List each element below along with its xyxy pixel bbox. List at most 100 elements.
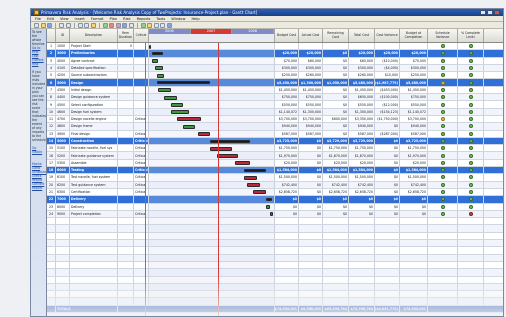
remaining-cost-cell[interactable]: $1,584,000 [323, 167, 349, 174]
actual-cost-cell[interactable] [299, 240, 323, 247]
cost-variance-cell[interactable] [375, 43, 400, 50]
row-number[interactable] [47, 225, 56, 232]
summary-row[interactable]: 18 6000 Testing Critical $1,584,000 $0 $1,584,… [47, 167, 503, 175]
remaining-cost-cell[interactable]: $0 [323, 130, 349, 137]
task-description-cell[interactable]: Agree contract [70, 57, 118, 64]
task-description-cell[interactable] [70, 232, 118, 240]
task-id-cell[interactable]: 6300 [56, 188, 70, 196]
remaining-cost-cell[interactable]: $742,400 [323, 181, 349, 188]
task-description-cell[interactable]: Initial design [70, 86, 118, 94]
task-id-cell[interactable]: 5200 [56, 152, 70, 159]
actual-cost-cell[interactable]: $0 [299, 167, 323, 174]
bac-cell[interactable]: $750,000 [400, 94, 428, 101]
task-description-cell[interactable]: Testing [70, 167, 118, 174]
task-description-cell[interactable]: Fabricate guidance system [70, 152, 118, 159]
bac-cell[interactable]: $3,725,000 [400, 137, 428, 145]
bac-cell[interactable]: $2,658,720 [400, 188, 428, 196]
budget-cost-cell[interactable]: $0 [275, 210, 299, 218]
bac-cell[interactable]: $1,500,000 [400, 174, 428, 181]
col-actual-header[interactable]: Actual Cost [299, 29, 323, 42]
task-bar[interactable] [170, 102, 183, 107]
task-row[interactable]: 8 4400 Design guidance system $750,000 $750,… [47, 94, 503, 102]
row-number[interactable]: 9 [47, 101, 56, 108]
col-description-header[interactable]: Description [70, 29, 118, 42]
cost-variance-cell[interactable]: $0 [375, 196, 400, 203]
remaining-cost-cell[interactable] [323, 240, 349, 247]
task-id-cell[interactable]: 4100 [56, 64, 70, 72]
remaining-cost-cell[interactable]: $0 [323, 101, 349, 108]
row-number[interactable] [47, 218, 56, 225]
cost-variance-cell[interactable] [375, 247, 400, 254]
task-description-cell[interactable]: Delivery [70, 203, 118, 210]
task-row[interactable] [47, 247, 503, 255]
col-bac-header[interactable]: Budget at Completion [400, 29, 428, 42]
budget-cost-cell[interactable]: $250,000 [275, 72, 299, 79]
row-number[interactable] [47, 232, 56, 240]
remaining-cost-cell[interactable] [323, 43, 349, 50]
row-number[interactable] [47, 254, 56, 261]
duration-cell[interactable] [118, 108, 134, 115]
remaining-cost-cell[interactable]: $0 [323, 50, 349, 57]
row-number[interactable]: 6 [47, 79, 56, 86]
total-cost-cell[interactable]: $3,350,000 [349, 115, 375, 123]
col-duration-header[interactable]: Rem Duration [118, 29, 134, 42]
cost-variance-cell[interactable]: $0 [375, 152, 400, 159]
task-row[interactable]: 17 5300 Assemble Critical $20,000 $0 $20,000 $2… [47, 159, 503, 168]
budget-cost-cell[interactable]: $20,000 [275, 159, 299, 167]
duration-cell[interactable] [118, 232, 134, 240]
zoom-out-icon[interactable] [160, 22, 165, 28]
total-cost-cell[interactable]: $0 [349, 210, 375, 218]
task-bar[interactable] [152, 59, 159, 64]
actual-cost-cell[interactable]: $3,700,000 [299, 115, 323, 123]
duration-cell[interactable] [118, 254, 134, 261]
task-id-cell[interactable]: 5100 [56, 145, 70, 152]
actual-cost-cell[interactable]: $0 [299, 210, 323, 218]
row-number[interactable]: 4 [47, 64, 56, 72]
remaining-cost-cell[interactable]: $1,050,000 [323, 79, 349, 86]
bac-cell[interactable]: $300,000 [400, 64, 428, 72]
task-description-cell[interactable] [70, 218, 118, 225]
bac-cell[interactable] [400, 247, 428, 254]
task-bar[interactable] [235, 161, 251, 166]
task-row[interactable]: 19 6100 Test nacelle, fuel system Critical $… [47, 174, 503, 182]
bac-cell[interactable] [400, 225, 428, 232]
row-number[interactable]: 23 [47, 203, 56, 210]
task-description-cell[interactable] [70, 240, 118, 247]
task-bar[interactable] [253, 190, 266, 195]
task-bar[interactable] [158, 88, 171, 93]
task-bar[interactable] [210, 146, 232, 151]
total-cost-cell[interactable]: $1,870,000 [349, 152, 375, 159]
bac-cell[interactable]: $550,000 [400, 101, 428, 108]
menu-tools[interactable]: Tools [156, 17, 165, 21]
task-id-cell[interactable]: 5000 [56, 137, 70, 145]
duration-cell[interactable] [118, 218, 134, 225]
task-description-cell[interactable]: Delivery [70, 196, 118, 203]
total-cost-cell[interactable]: $20,000 [349, 50, 375, 57]
actual-cost-cell[interactable] [299, 225, 323, 232]
summary-bar[interactable] [210, 139, 251, 143]
bac-cell[interactable] [400, 218, 428, 225]
task-row[interactable]: 4 4100 Detailed specification $300,000 $300,… [47, 64, 503, 73]
duration-cell[interactable] [118, 196, 134, 203]
actual-cost-cell[interactable]: $550,000 [299, 101, 323, 108]
budget-cost-cell[interactable] [275, 225, 299, 232]
task-id-cell[interactable]: 6200 [56, 181, 70, 188]
col-critical-header[interactable]: Critical [134, 29, 149, 42]
row-number[interactable]: 8 [47, 94, 56, 101]
row-number[interactable]: 2 [47, 50, 56, 57]
duration-cell[interactable] [118, 145, 134, 152]
remaining-cost-cell[interactable]: $600,000 [323, 115, 349, 123]
summary-bar[interactable] [265, 198, 272, 202]
total-cost-cell[interactable]: $1,300,000 [349, 108, 375, 115]
task-bar[interactable] [265, 205, 271, 210]
total-cost-cell[interactable]: $260,000 [349, 72, 375, 79]
remaining-cost-cell[interactable]: $0 [323, 203, 349, 210]
actual-cost-cell[interactable]: $300,000 [299, 64, 323, 72]
row-number[interactable] [47, 247, 56, 254]
cost-variance-cell[interactable]: $0 [375, 123, 400, 130]
cost-variance-cell[interactable]: $0 [375, 174, 400, 181]
remaining-cost-cell[interactable]: $3,729,000 [323, 137, 349, 145]
row-number[interactable]: 12 [47, 123, 56, 130]
remaining-cost-cell[interactable] [323, 261, 349, 269]
budget-cost-cell[interactable]: $1,450,000 [275, 86, 299, 94]
